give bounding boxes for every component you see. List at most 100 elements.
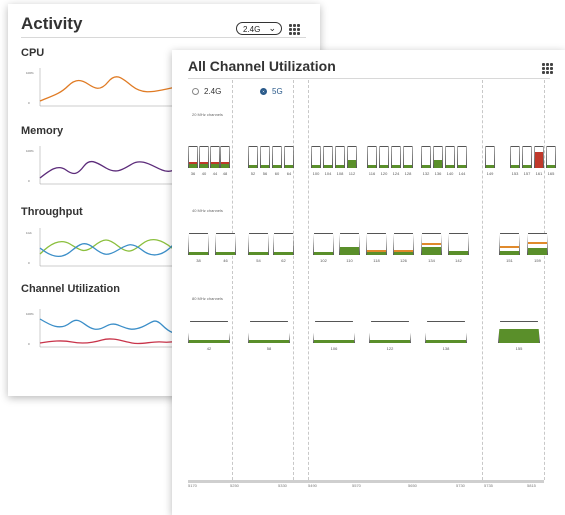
channel-104[interactable] [323,146,333,168]
channel-140[interactable] [445,146,455,168]
channel-151[interactable] [499,233,520,255]
grid-menu-icon[interactable] [542,63,553,74]
channel-label: 126 [400,258,407,263]
channel-48[interactable] [220,146,230,168]
svg-text:0: 0 [28,101,30,105]
band-dropdown[interactable]: 2.4G ⌄ [236,22,282,35]
radio-5g[interactable]: 5G [260,87,283,96]
channel-159[interactable] [527,233,548,255]
channel-108[interactable] [335,146,345,168]
grid-menu-icon[interactable] [289,24,300,35]
channel-label: 42 [206,346,212,351]
channel-label: 102 [320,258,327,263]
channel-42[interactable] [188,321,230,343]
channel-100[interactable] [311,146,321,168]
channel-54[interactable] [248,233,269,255]
channel-122[interactable] [369,321,411,343]
channel-112[interactable] [347,146,357,168]
svg-text:0: 0 [28,261,30,265]
group-label-40: 40 MHz channels [192,208,223,213]
all-channel-utilization-panel: All Channel Utilization 2.4G 5G 20 MHz c… [172,50,565,515]
svg-text:100%: 100% [26,71,34,75]
memory-title: Memory [21,125,64,137]
channel-label: 134 [428,258,435,263]
radio-2g-label: 2.4G [204,87,222,96]
channel-64[interactable] [284,146,294,168]
chevron-down-icon: ⌄ [268,23,276,33]
channel-106[interactable] [313,321,355,343]
channel-155[interactable] [498,321,540,343]
channel-128[interactable] [403,146,413,168]
channel-label: 112 [348,171,356,176]
axis-tick: 5250 [230,483,239,488]
channel-label: 110 [346,258,353,263]
channel-label: 106 [330,346,338,351]
channel-116[interactable] [367,146,377,168]
svg-text:0: 0 [28,342,30,346]
channel-label: 144 [458,171,466,176]
svg-text:1Gb: 1Gb [26,231,32,235]
channel-136[interactable] [433,146,443,168]
channel-label: 122 [386,346,394,351]
channel-label: 151 [506,258,513,263]
channel-124[interactable] [391,146,401,168]
channel-165[interactable] [546,146,556,168]
radio-5g-label: 5G [272,87,283,96]
channel-label: 165 [547,171,555,176]
channel-label: 155 [515,346,523,351]
channel-120[interactable] [379,146,389,168]
channel-label: 138 [442,346,450,351]
group-label-20: 20 MHz channels [192,112,223,117]
channel-132[interactable] [421,146,431,168]
channel-60[interactable] [272,146,282,168]
radio-5g-circle [260,88,267,96]
radio-2g[interactable]: 2.4G [192,87,221,96]
channel-46[interactable] [215,233,236,255]
channel-144[interactable] [457,146,467,168]
channel-52[interactable] [248,146,258,168]
band-dropdown-value: 2.4G [243,25,261,34]
channel-label: 58 [266,346,272,351]
axis-tick: 5170 [188,483,197,488]
svg-text:100%: 100% [26,312,34,316]
channel-126[interactable] [393,233,414,255]
channel-label: 128 [404,171,412,176]
channel-36[interactable] [188,146,198,168]
channel-110[interactable] [339,233,360,255]
channel-label: 142 [455,258,462,263]
channel-56[interactable] [260,146,270,168]
channel-157[interactable] [522,146,532,168]
axis-tick: 5735 [484,483,493,488]
throughput-title: Throughput [21,206,83,218]
channel-panel-title: All Channel Utilization [188,58,336,74]
channel-149[interactable] [485,146,495,168]
axis-tick: 5815 [527,483,536,488]
radio-2g-circle [192,88,199,96]
channel-38[interactable] [188,233,209,255]
channel-label: 159 [534,258,541,263]
axis-tick: 5330 [278,483,287,488]
svg-text:100%: 100% [26,149,34,153]
channel-138[interactable] [425,321,467,343]
cpu-title: CPU [21,47,45,59]
channel-102[interactable] [313,233,334,255]
axis-tick: 5730 [456,483,465,488]
axis-tick: 5570 [352,483,361,488]
channel-40[interactable] [199,146,209,168]
channel-161[interactable] [534,146,544,168]
activity-title: Activity [21,14,83,33]
channel-label: 48 [222,171,228,176]
channel-utilization-title: Channel Utilization [21,283,120,295]
channel-label: 64 [286,171,292,176]
channel-44[interactable] [210,146,220,168]
channel-label: 62 [281,258,286,263]
axis-tick: 5650 [408,483,417,488]
channel-label: 54 [256,258,261,263]
channel-142[interactable] [448,233,469,255]
axis-tick: 5490 [308,483,317,488]
channel-134[interactable] [421,233,442,255]
channel-58[interactable] [248,321,290,343]
channel-153[interactable] [510,146,520,168]
channel-118[interactable] [366,233,387,255]
channel-62[interactable] [273,233,294,255]
